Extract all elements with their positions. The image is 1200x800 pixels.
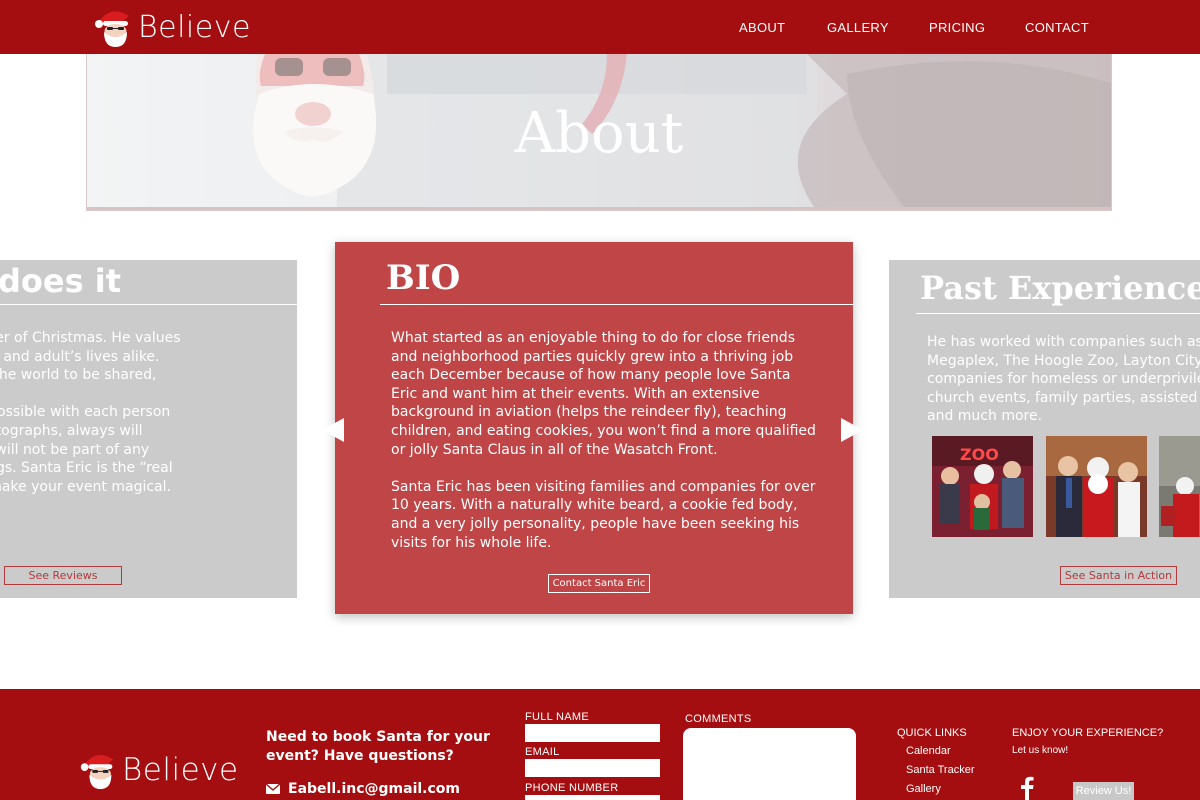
card-paragraph: ves in the power of Christmas. He values… (0, 329, 290, 385)
santa-face-icon (80, 755, 114, 790)
card-body: What started as an enjoyable thing to do… (391, 329, 831, 571)
enjoy-heading: ENJOY YOUR EXPERIENCE? (1012, 727, 1164, 739)
enjoy-subtext: Let us know! (1012, 745, 1069, 756)
quick-link-gallery[interactable]: Gallery (906, 783, 941, 795)
text-line: Megaplex, The Hoogle Zoo, Layton City (927, 352, 1200, 369)
text-line: charge for photographs, always will (0, 422, 143, 439)
nav-gallery[interactable]: GALLERY (827, 0, 889, 54)
card-paragraph: What started as an enjoyable thing to do… (391, 329, 831, 459)
nav-about[interactable]: ABOUT (739, 0, 785, 54)
photo-image (1159, 436, 1200, 537)
facebook-icon[interactable] (1019, 775, 1035, 800)
card-body: He has worked with companies such as Meg… (927, 333, 1200, 426)
text-line: 10 years. With a naturally white beard, … (391, 497, 798, 514)
full-name-input[interactable] (525, 724, 660, 742)
card-body: ves in the power of Christmas. He values… (0, 329, 290, 515)
text-line: What started as an enjoyable thing to do… (391, 330, 795, 346)
text-line: and a very jolly personality, people hav… (391, 515, 800, 532)
phone-input[interactable] (525, 795, 660, 800)
text-line: dy canes, and will not be part of any (0, 441, 150, 458)
card-how-he-does-it: does it ves in the power of Christmas. H… (0, 260, 297, 598)
text-line: visits for his whole life. (391, 534, 552, 551)
envelope-icon (266, 784, 280, 794)
brand-name: Believe (138, 9, 251, 45)
text-line: children, and eating cookies, you won’t … (391, 422, 816, 439)
quick-link-santa-tracker[interactable]: Santa Tracker (906, 764, 974, 776)
card-paragraph: Santa Eric has been visiting families an… (391, 478, 831, 552)
text-line: church events, family parties, assisted … (927, 389, 1200, 406)
text-line: Eric and want him at their events. With … (391, 385, 760, 402)
contact-email-text: Eabell.inc@gmail.com (288, 781, 460, 797)
photo-sign-text: ZOO (960, 445, 999, 464)
contact-santa-button[interactable]: Contact Santa Eric (548, 574, 650, 593)
text-line: s goodness in the world to be shared, (0, 367, 157, 384)
carousel-prev-arrow-icon[interactable] (322, 418, 344, 442)
text-line: ol or adult things. Santa Eric is the “r… (0, 460, 173, 477)
photo-image: ZOO (932, 436, 1033, 537)
comments-textarea[interactable] (683, 728, 856, 800)
brand-logo[interactable]: Believe (90, 6, 251, 48)
card-title: BIO (386, 258, 461, 298)
text-line: or jolly Santa Claus in all of the Wasat… (391, 441, 718, 458)
text-line: and neighborhood parties quickly grew in… (391, 348, 794, 365)
quick-link-calendar[interactable]: Calendar (906, 745, 951, 757)
card-bio: BIO What started as an enjoyable thing t… (335, 242, 853, 614)
hero-bottom-border (87, 207, 1111, 210)
text-line: lays in children and adult’s lives alike… (0, 348, 160, 365)
card-divider (0, 304, 297, 305)
text-line: background in aviation (helps the reinde… (391, 404, 787, 421)
footer-brand-logo[interactable]: Believe (76, 748, 239, 792)
text-line: companies for homeless or underprivileg (927, 371, 1200, 388)
comments-label: COMMENTS (685, 713, 752, 725)
card-title: does it (0, 262, 122, 300)
phone-label: PHONE NUMBER (525, 782, 619, 794)
card-divider (380, 304, 853, 305)
santa-photo-outdoor[interactable] (1159, 436, 1200, 537)
text-line: Santa Eric has been visiting families an… (391, 478, 816, 495)
review-us-button[interactable]: Review Us! (1073, 782, 1134, 800)
email-input[interactable] (525, 759, 660, 777)
photo-image (1046, 436, 1147, 537)
carousel-next-arrow-icon[interactable] (841, 418, 863, 442)
email-label: EMAIL (525, 746, 560, 758)
contact-email-link[interactable]: Eabell.inc@gmail.com (266, 781, 460, 797)
full-name-label: FULL NAME (525, 711, 590, 723)
nav-pricing[interactable]: PRICING (929, 0, 985, 54)
text-line: nuch time as possible with each person (0, 404, 171, 421)
card-divider (916, 313, 1200, 314)
card-past-experience: Past Experience He has worked with compa… (889, 260, 1200, 598)
text-line: uaranteed to make your event magical. (0, 478, 171, 495)
text-line: and much more. (927, 408, 1043, 425)
card-title: Past Experience (920, 269, 1200, 307)
text-line: each December because of how many people… (391, 367, 791, 384)
santa-photo-couple[interactable] (1046, 436, 1147, 537)
see-santa-in-action-button[interactable]: See Santa in Action (1060, 566, 1177, 585)
hero-banner: About (86, 54, 1112, 211)
santa-photo-zoo[interactable]: ZOO (932, 436, 1033, 537)
nav-contact[interactable]: CONTACT (1025, 0, 1089, 54)
booking-heading: Need to book Santa for your event? Have … (266, 729, 490, 764)
text-line: He has worked with companies such as (927, 334, 1200, 350)
card-paragraph: nuch time as possible with each person c… (0, 403, 290, 496)
santa-face-icon (95, 11, 129, 47)
text-line: ves in the power of Christmas. He values (0, 330, 181, 346)
page-title: About (514, 101, 684, 166)
quick-links-heading: QUICK LINKS (897, 727, 967, 739)
brand-name: Believe (122, 752, 239, 788)
see-reviews-button[interactable]: See Reviews (4, 566, 122, 585)
